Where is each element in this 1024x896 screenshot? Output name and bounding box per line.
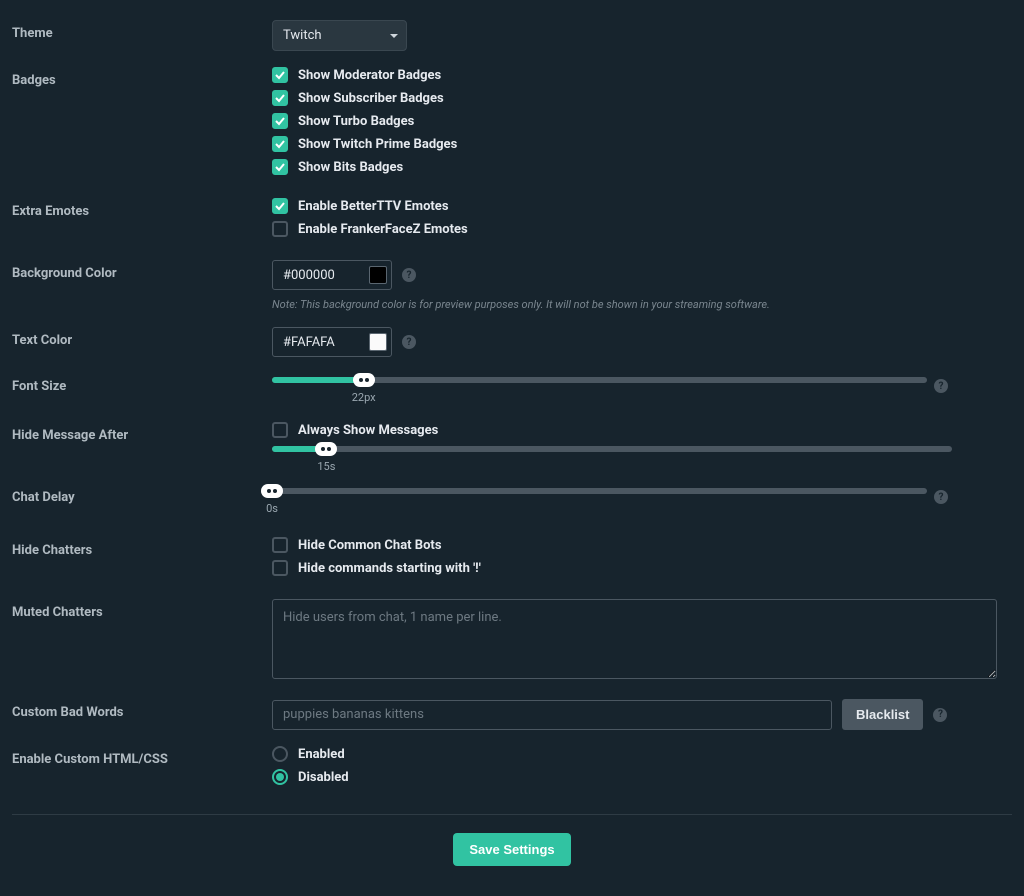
always-show-label: Always Show Messages xyxy=(298,423,438,438)
emote-checkbox-1[interactable] xyxy=(272,221,288,237)
checkmark-icon xyxy=(275,70,285,80)
muted-chatters-textarea[interactable] xyxy=(272,599,997,679)
muted-chatters-label: Muted Chatters xyxy=(12,599,272,620)
font-size-value: 22px xyxy=(352,391,376,404)
badge-checkbox-4[interactable] xyxy=(272,159,288,175)
text-color-value: #FAFAFA xyxy=(283,335,369,350)
extra-emotes-label: Extra Emotes xyxy=(12,198,272,219)
slider-thumb[interactable] xyxy=(353,373,375,387)
emote-label-1: Enable FrankerFaceZ Emotes xyxy=(298,222,468,237)
chat-delay-value: 0s xyxy=(266,502,278,515)
theme-select[interactable]: Twitch xyxy=(272,20,407,51)
checkmark-icon xyxy=(275,139,285,149)
hide-after-slider[interactable]: 15s xyxy=(272,446,952,452)
checkmark-icon xyxy=(275,93,285,103)
chat-delay-label: Chat Delay xyxy=(12,484,272,505)
hide-chatters-label: Hide Chatters xyxy=(12,537,272,558)
bad-words-label: Custom Bad Words xyxy=(12,699,272,720)
hide-chatter-label-1: Hide commands starting with '!' xyxy=(298,561,481,576)
bad-words-input[interactable] xyxy=(272,700,832,730)
bg-color-input[interactable]: #000000 xyxy=(272,260,392,290)
custom-html-enabled-radio[interactable] xyxy=(272,746,288,762)
hide-after-label: Hide Message After xyxy=(12,422,272,443)
emote-label-0: Enable BetterTTV Emotes xyxy=(298,199,449,214)
custom-html-label: Enable Custom HTML/CSS xyxy=(12,746,272,767)
help-icon[interactable]: ? xyxy=(933,708,947,722)
hide-chatter-checkbox-0[interactable] xyxy=(272,537,288,553)
badge-checkbox-0[interactable] xyxy=(272,67,288,83)
badge-checkbox-3[interactable] xyxy=(272,136,288,152)
help-icon[interactable]: ? xyxy=(934,379,948,393)
divider xyxy=(12,814,1012,815)
text-color-swatch[interactable] xyxy=(369,333,387,351)
slider-thumb[interactable] xyxy=(261,484,283,498)
theme-select-value: Twitch xyxy=(283,28,322,43)
badge-checkbox-1[interactable] xyxy=(272,90,288,106)
font-size-slider[interactable]: 22px xyxy=(272,377,927,383)
emote-checkbox-0[interactable] xyxy=(272,198,288,214)
bg-color-value: #000000 xyxy=(283,268,369,283)
checkmark-icon xyxy=(275,162,285,172)
badge-label-4: Show Bits Badges xyxy=(298,160,403,175)
badges-label: Badges xyxy=(12,67,272,88)
chat-delay-slider[interactable]: 0s xyxy=(272,488,927,494)
slider-thumb[interactable] xyxy=(315,442,337,456)
badge-label-1: Show Subscriber Badges xyxy=(298,91,444,106)
custom-html-disabled-label: Disabled xyxy=(298,770,349,785)
bg-color-note: Note: This background color is for previ… xyxy=(272,298,1012,311)
hide-chatter-label-0: Hide Common Chat Bots xyxy=(298,538,442,553)
badge-checkbox-2[interactable] xyxy=(272,113,288,129)
badge-label-2: Show Turbo Badges xyxy=(298,114,414,129)
text-color-input[interactable]: #FAFAFA xyxy=(272,327,392,357)
bg-color-label: Background Color xyxy=(12,260,272,281)
hide-chatter-checkbox-1[interactable] xyxy=(272,560,288,576)
checkmark-icon xyxy=(275,201,285,211)
text-color-label: Text Color xyxy=(12,327,272,348)
bg-color-swatch[interactable] xyxy=(369,266,387,284)
help-icon[interactable]: ? xyxy=(402,268,416,282)
checkmark-icon xyxy=(275,116,285,126)
hide-after-value: 15s xyxy=(317,460,335,473)
font-size-label: Font Size xyxy=(12,373,272,394)
chevron-down-icon xyxy=(390,34,398,38)
always-show-checkbox[interactable] xyxy=(272,422,288,438)
save-settings-button[interactable]: Save Settings xyxy=(453,833,570,866)
badge-label-3: Show Twitch Prime Badges xyxy=(298,137,457,152)
theme-label: Theme xyxy=(12,20,272,41)
badge-label-0: Show Moderator Badges xyxy=(298,68,441,83)
custom-html-disabled-radio[interactable] xyxy=(272,769,288,785)
help-icon[interactable]: ? xyxy=(934,490,948,504)
custom-html-enabled-label: Enabled xyxy=(298,747,345,762)
blacklist-button[interactable]: Blacklist xyxy=(842,699,923,730)
help-icon[interactable]: ? xyxy=(402,335,416,349)
